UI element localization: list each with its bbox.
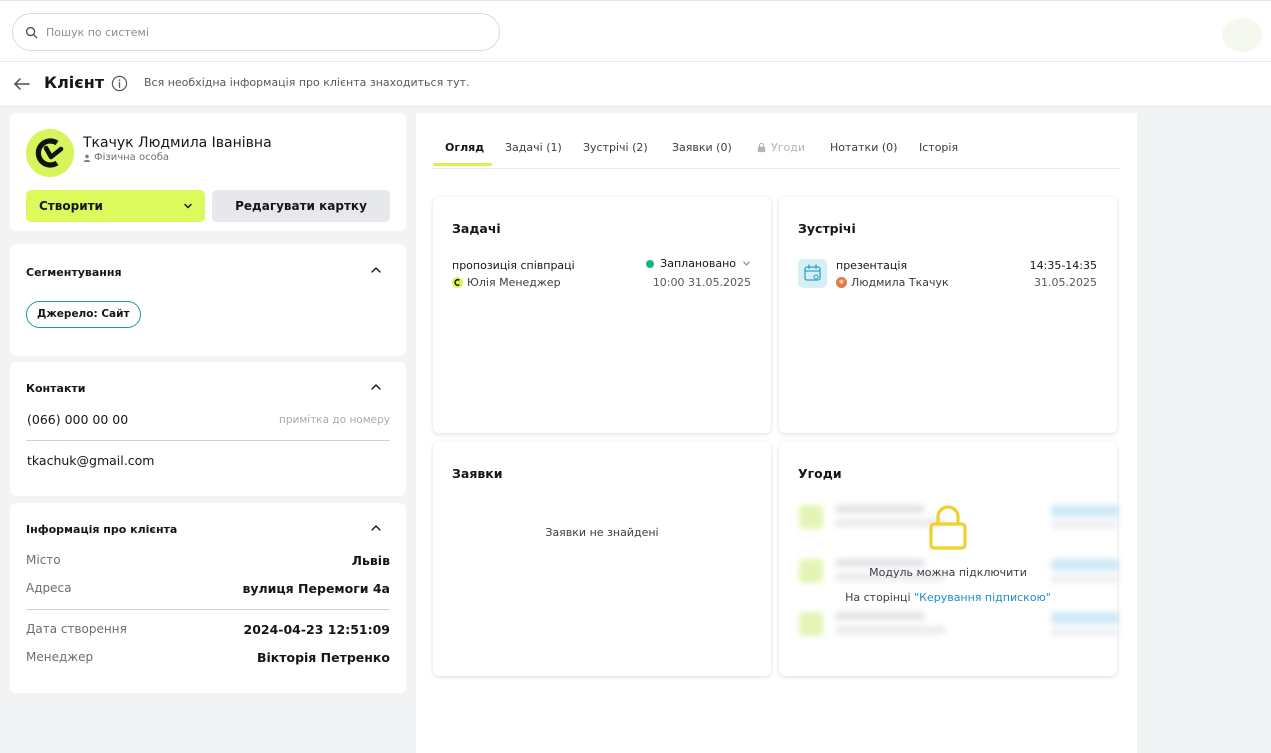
locked-hint-prefix: На сторінці xyxy=(845,591,915,604)
requests-empty-message: Заявки не знайдені xyxy=(545,526,659,539)
requests-panel: Заявки Заявки не знайдені xyxy=(433,442,771,676)
manager-value: Вікторія Петренко xyxy=(256,650,390,665)
task-owner: Юлія Менеджер xyxy=(452,276,561,289)
task-datetime: 10:00 31.05.2025 xyxy=(652,276,751,289)
tab-notes[interactable]: Нотатки (0) xyxy=(830,141,897,154)
tab-bar: Огляд Задачі (1) Зустрічі (2) Заявки (0)… xyxy=(433,113,1121,169)
phone-number[interactable]: (066) 000 00 00 xyxy=(27,412,128,427)
person-avatar-icon xyxy=(836,277,847,288)
page-header: Клієнт Вся необхідна інформація про кліє… xyxy=(0,62,1271,107)
city-label: Місто xyxy=(26,553,61,567)
client-type-label: Фізична особа xyxy=(94,152,169,163)
lock-icon xyxy=(929,505,967,550)
segmentation-card: Сегментування Джерело: Сайт xyxy=(10,244,406,356)
lock-icon xyxy=(757,142,766,153)
locked-message: Модуль можна підключити xyxy=(869,566,1027,579)
requests-title: Заявки xyxy=(452,466,503,481)
tasks-panel: Задачі пропозиція співпраці Юлія Менедже… xyxy=(433,197,771,433)
main-panel: Огляд Задачі (1) Зустрічі (2) Заявки (0)… xyxy=(416,113,1137,753)
manager-label: Менеджер xyxy=(26,650,94,664)
chevron-down-icon xyxy=(184,203,192,209)
segment-tag[interactable]: Джерело: Сайт xyxy=(26,301,141,328)
create-button-label: Створити xyxy=(39,199,103,213)
task-status-dropdown[interactable]: Заплановано xyxy=(646,257,751,270)
page-description: Вся необхідна інформація про клієнта зна… xyxy=(144,76,470,89)
meeting-person: Людмила Ткачук xyxy=(836,276,949,289)
chevron-up-icon[interactable] xyxy=(370,522,382,534)
meeting-title[interactable]: презентація xyxy=(836,259,907,272)
client-logo xyxy=(26,129,74,177)
create-button[interactable]: Створити xyxy=(26,190,205,222)
city-value: Львів xyxy=(351,553,390,568)
meetings-title: Зустрічі xyxy=(798,221,856,236)
created-value: 2024-04-23 12:51:09 xyxy=(243,622,391,637)
tab-deals[interactable]: Угоди xyxy=(756,141,805,154)
contacts-title: Контакти xyxy=(26,382,86,395)
deals-title: Угоди xyxy=(798,466,842,481)
meeting-person-name: Людмила Ткачук xyxy=(851,276,949,289)
page-title: Клієнт xyxy=(44,73,105,92)
info-icon[interactable] xyxy=(111,75,128,92)
phone-note: примітка до номеру xyxy=(279,414,390,426)
tab-tasks[interactable]: Задачі (1) xyxy=(505,141,562,154)
address-value: вулиця Перемоги 4а xyxy=(242,581,390,596)
meeting-date: 31.05.2025 xyxy=(1034,276,1097,289)
client-info-card: Інформація про клієнта Місто Львів Адрес… xyxy=(10,503,406,693)
divider xyxy=(26,609,390,610)
subscription-link[interactable]: "Керування підпискою" xyxy=(914,591,1051,604)
owner-avatar-icon xyxy=(452,277,463,288)
tasks-title: Задачі xyxy=(452,221,501,236)
search-icon xyxy=(25,26,38,38)
task-owner-name: Юлія Менеджер xyxy=(467,276,561,289)
tab-overview[interactable]: Огляд xyxy=(445,141,484,154)
top-bar xyxy=(0,0,1271,62)
chevron-up-icon[interactable] xyxy=(370,264,382,276)
segmentation-title: Сегментування xyxy=(26,266,122,279)
chevron-up-icon[interactable] xyxy=(370,381,382,393)
client-name: Ткачук Людмила Іванівна xyxy=(83,135,272,151)
created-label: Дата створення xyxy=(26,622,127,636)
active-tab-indicator xyxy=(433,163,492,166)
tab-meetings[interactable]: Зустрічі (2) xyxy=(583,141,648,154)
status-dot xyxy=(646,259,655,268)
task-status-label: Заплановано xyxy=(660,257,736,270)
tab-requests[interactable]: Заявки (0) xyxy=(672,141,732,154)
chevron-down-icon xyxy=(743,261,750,266)
contacts-card: Контакти (066) 000 00 00 примітка до ном… xyxy=(10,362,406,496)
tab-history[interactable]: Історія xyxy=(919,141,958,154)
locked-hint: На сторінці "Керування підпискою" xyxy=(779,591,1117,604)
person-icon xyxy=(83,154,91,162)
user-avatar[interactable] xyxy=(1222,18,1262,52)
email-address[interactable]: tkachuk@gmail.com xyxy=(27,453,154,468)
calendar-icon xyxy=(798,259,827,288)
tab-deals-label: Угоди xyxy=(771,141,805,154)
client-type: Фізична особа xyxy=(83,152,169,163)
blurred-placeholder-row xyxy=(799,608,1119,640)
meetings-panel: Зустрічі презентація Людмила Ткачук 14:3… xyxy=(779,197,1117,433)
search-input[interactable] xyxy=(46,25,466,39)
meeting-time: 14:35-14:35 xyxy=(1029,259,1097,272)
edit-card-button[interactable]: Редагувати картку xyxy=(212,190,390,222)
deals-panel: Угоди Модуль можна підключити На сторінц… xyxy=(779,442,1119,676)
address-label: Адреса xyxy=(26,581,72,595)
client-info-title: Інформація про клієнта xyxy=(26,523,178,536)
divider xyxy=(26,440,390,441)
search-bar[interactable] xyxy=(12,13,500,51)
back-arrow-icon[interactable] xyxy=(12,74,32,94)
profile-card: Ткачук Людмила Іванівна Фізична особа Ст… xyxy=(10,113,406,231)
task-title[interactable]: пропозиція співпраці xyxy=(452,259,575,272)
